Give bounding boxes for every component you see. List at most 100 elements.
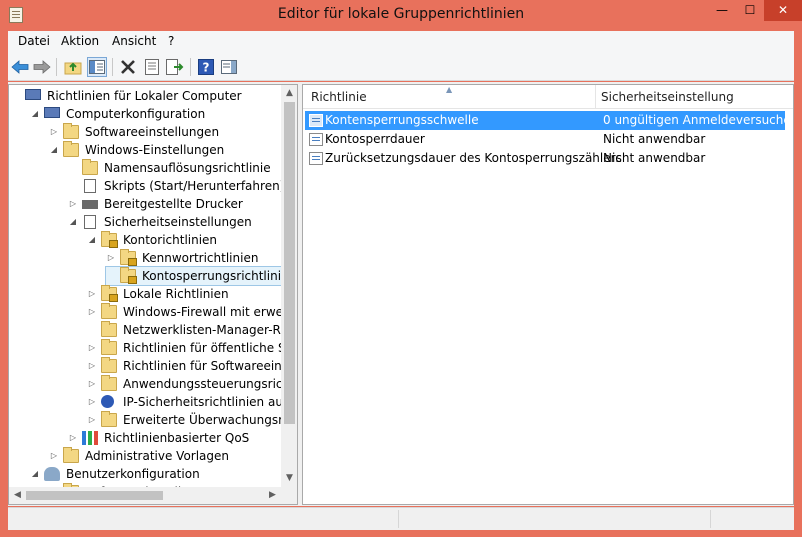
menu-help[interactable]: ?	[168, 34, 174, 48]
scroll-right-icon[interactable]: ▶	[264, 487, 281, 504]
folder-icon	[63, 447, 79, 463]
folder-icon	[63, 123, 79, 139]
tree-node-label: Netzwerklisten-Manager-Richtlin	[123, 323, 298, 337]
folder-icon	[101, 303, 117, 319]
policy-setting-icon	[309, 114, 323, 127]
security-settings-icon	[84, 215, 96, 229]
details-pane: ▲ Richtlinie Sicherheitseinstellung Kont…	[302, 84, 794, 505]
tree-pane: Richtlinien für Lokaler Computer ◢ Compute…	[8, 84, 298, 505]
policy-setting-icon	[309, 133, 323, 146]
column-header-richtlinie[interactable]: Richtlinie	[311, 90, 367, 104]
tree-node-label: Namensauflösungsrichtlinie	[104, 161, 271, 175]
tree-horizontal-scroll-thumb[interactable]	[26, 491, 163, 500]
tree-horizontal-scrollbar[interactable]: ◀ ▶	[9, 487, 281, 504]
expand-toggle-icon[interactable]: ▷	[49, 123, 59, 141]
expand-toggle-icon[interactable]: ▷	[87, 303, 97, 321]
qos-chart-icon	[82, 431, 98, 445]
tree-vertical-scrollbar[interactable]: ▲ ▼	[281, 85, 297, 487]
list-item[interactable]: Kontosperrdauer Nicht anwendbar	[305, 130, 785, 149]
expand-toggle-icon[interactable]: ◢	[49, 141, 59, 159]
tree-node-label: Benutzerkonfiguration	[66, 467, 200, 481]
user-icon	[44, 467, 60, 481]
menu-ansicht[interactable]: Ansicht	[112, 34, 156, 48]
menu-datei[interactable]: Datei	[18, 34, 50, 48]
expand-toggle-icon[interactable]: ▷	[87, 285, 97, 303]
list-item[interactable]: Zurücksetzungsdauer des Kontosperrungszä…	[305, 149, 785, 168]
tree-node-label: Administrative Vorlagen	[85, 449, 230, 463]
folder-icon	[101, 411, 117, 427]
status-segment	[710, 510, 794, 528]
printer-icon	[82, 200, 98, 209]
tree-vertical-scroll-thumb[interactable]	[284, 102, 295, 424]
expand-toggle-icon[interactable]: ◢	[30, 465, 40, 483]
column-header-sicherheitseinstellung[interactable]: Sicherheitseinstellung	[601, 90, 734, 104]
maximize-button[interactable]: ☐	[736, 0, 764, 21]
show-hide-action-pane-icon[interactable]	[219, 57, 239, 77]
tree-node-label: Skripts (Start/Herunterfahren)	[104, 179, 285, 193]
locked-folder-icon	[101, 231, 118, 248]
tree-node-label: IP-Sicherheitsrichtlinien auf Loka	[123, 395, 297, 409]
folder-icon	[101, 339, 117, 355]
scroll-up-icon[interactable]: ▲	[281, 85, 297, 102]
tree-node-label: Kontosperrungsrichtlinien	[142, 269, 297, 283]
scroll-down-icon[interactable]: ▼	[281, 470, 297, 487]
expand-toggle-icon[interactable]: ◢	[68, 213, 78, 231]
policy-setting-value: Nicht anwendbar	[603, 132, 706, 146]
expand-toggle-icon[interactable]: ▷	[87, 357, 97, 375]
properties-icon[interactable]	[142, 57, 162, 77]
tree-node-label: Richtlinienbasierter QoS	[104, 431, 250, 445]
expand-toggle-icon[interactable]: ▷	[106, 249, 116, 267]
delete-icon[interactable]	[118, 57, 138, 77]
tree-node[interactable]: Kontosperrungsrichtlinien	[105, 266, 297, 286]
expand-toggle-icon[interactable]: ▷	[87, 411, 97, 429]
toolbar: ?	[8, 53, 794, 81]
expand-toggle-icon[interactable]: ▷	[87, 393, 97, 411]
expand-toggle-icon[interactable]: ◢	[30, 105, 40, 123]
policy-name: Kontensperrungsschwelle	[325, 113, 479, 127]
tree-node-label: Lokale Richtlinien	[123, 287, 229, 301]
show-hide-tree-icon[interactable]	[87, 57, 107, 77]
column-divider[interactable]	[595, 85, 596, 109]
policy-setting-value: Nicht anwendbar	[603, 151, 706, 165]
toolbar-separator	[56, 58, 57, 76]
menu-aktion[interactable]: Aktion	[61, 34, 99, 48]
status-segment	[398, 510, 710, 528]
expand-toggle-icon[interactable]: ▷	[87, 375, 97, 393]
locked-folder-icon	[120, 267, 137, 284]
expand-toggle-icon[interactable]: ▷	[87, 339, 97, 357]
list-item[interactable]: Kontensperrungsschwelle 0 ungültigen Anme…	[305, 111, 793, 130]
close-button[interactable]: ✕	[764, 0, 802, 21]
export-list-icon[interactable]	[165, 57, 185, 77]
expand-toggle-icon[interactable]: ▷	[68, 429, 78, 447]
ipsec-icon	[101, 395, 114, 408]
sort-ascending-icon: ▲	[446, 85, 453, 94]
toolbar-separator	[112, 58, 113, 76]
policy-name: Zurücksetzungsdauer des Kontosperrungszä…	[325, 151, 622, 165]
tree-node-label: Erweiterte Überwachungsrichtlin	[123, 413, 297, 427]
folder-icon	[101, 375, 117, 391]
computer-policy-icon	[25, 89, 41, 100]
minimize-button[interactable]: —	[708, 0, 736, 21]
tree-node-label: Richtlinien für Softwareeinschrän	[123, 359, 297, 373]
locked-folder-icon	[120, 249, 137, 266]
policy-setting-icon	[309, 152, 323, 165]
forward-arrow-icon[interactable]	[32, 57, 52, 77]
main-window: Editor für lokale Gruppenrichtlinien — ☐…	[0, 0, 802, 537]
content-area: Richtlinien für Lokaler Computer ◢ Compute…	[8, 82, 794, 506]
help-icon[interactable]: ?	[196, 57, 216, 77]
expand-toggle-icon[interactable]: ▷	[68, 195, 78, 213]
tree-node-label: Windows-Einstellungen	[85, 143, 225, 157]
toolbar-separator	[190, 58, 191, 76]
expand-toggle-icon[interactable]: ▷	[49, 447, 59, 465]
title-bar[interactable]: Editor für lokale Gruppenrichtlinien — ☐…	[0, 0, 802, 31]
status-bar	[8, 507, 794, 530]
tree-node-label: Computerkonfiguration	[66, 107, 206, 121]
list-header: ▲ Richtlinie Sicherheitseinstellung	[303, 85, 793, 109]
back-arrow-icon[interactable]	[10, 57, 30, 77]
up-folder-icon[interactable]	[63, 57, 83, 77]
scrollbar-corner	[281, 487, 297, 504]
tree-node-label: Anwendungssteuerungsrichtlinie	[123, 377, 297, 391]
scroll-left-icon[interactable]: ◀	[9, 487, 26, 504]
folder-icon	[63, 141, 79, 157]
expand-toggle-icon[interactable]: ◢	[87, 231, 97, 249]
